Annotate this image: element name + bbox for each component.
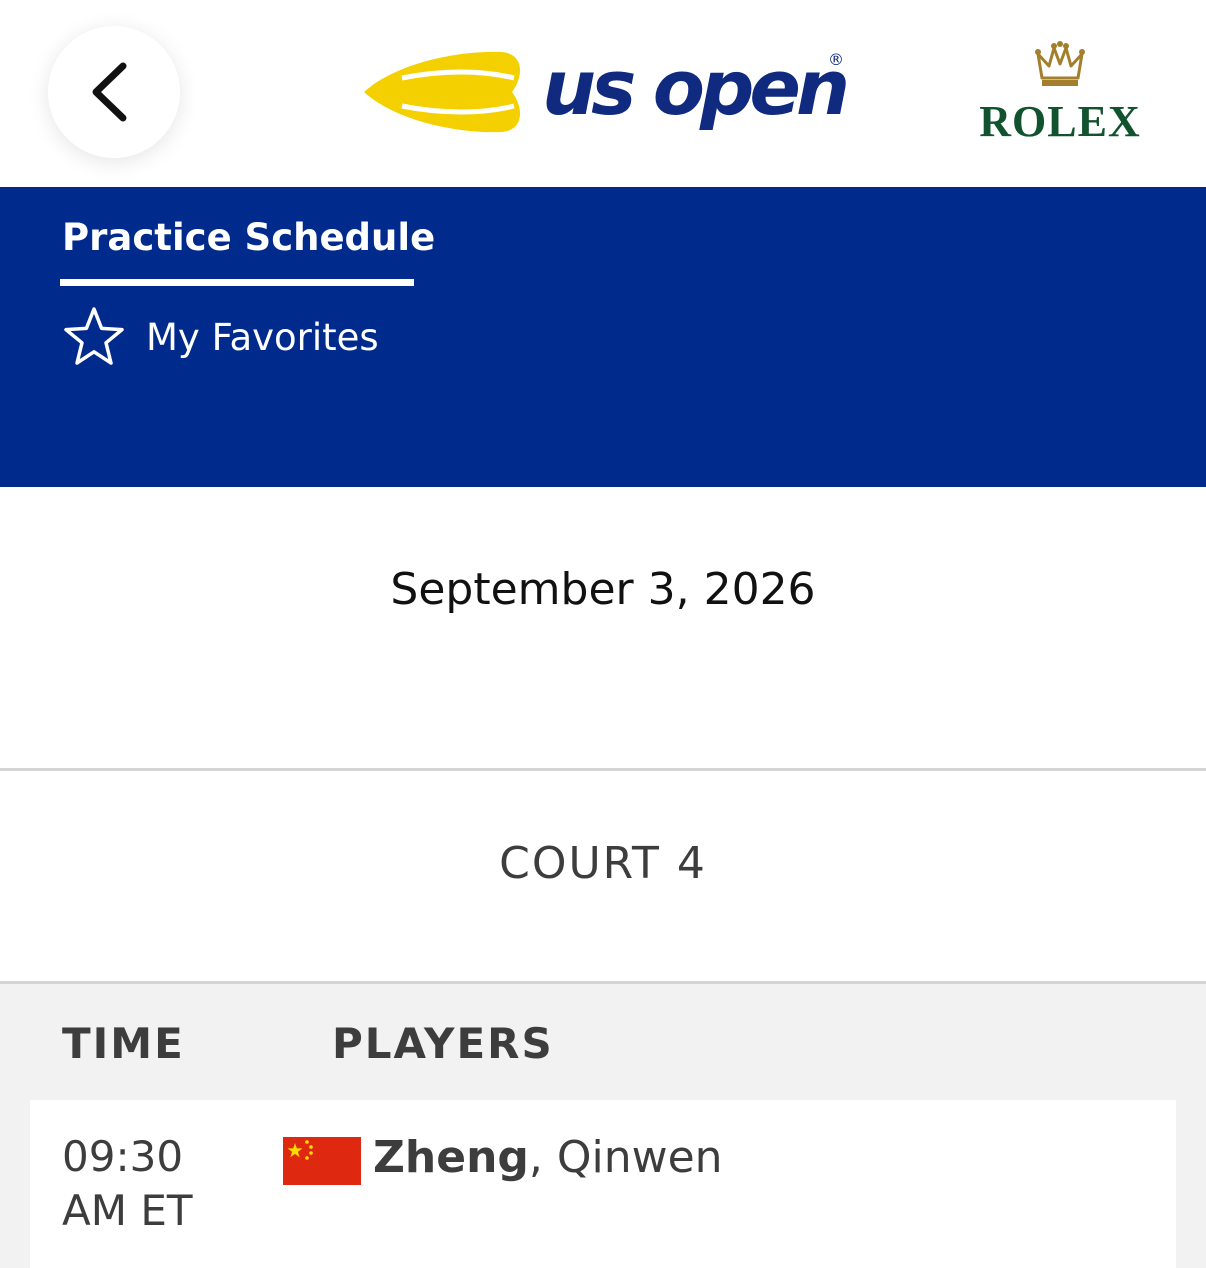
player-first-name: Qinwen <box>556 1132 723 1183</box>
schedule-nav: Practice Schedule My Favorites <box>0 187 1206 487</box>
brand-wordmark: us open <box>542 43 850 132</box>
divider <box>0 768 1206 771</box>
practice-time: 09:30 <box>62 1132 184 1181</box>
favorites-label: My Favorites <box>146 316 379 359</box>
chevron-left-icon <box>92 62 127 122</box>
table-row[interactable]: 09:30 AM ET Zheng, Qinwen <box>30 1100 1176 1268</box>
crown-icon <box>1035 41 1085 86</box>
column-header-players: PLAYERS <box>332 1019 554 1068</box>
star-icon <box>64 307 124 365</box>
name-separator: , <box>528 1132 557 1183</box>
tab-practice-schedule[interactable]: Practice Schedule <box>62 215 435 261</box>
china-flag-icon <box>283 1137 361 1185</box>
registered-mark: ® <box>828 50 844 69</box>
player-name[interactable]: Zheng, Qinwen <box>373 1130 723 1186</box>
tennis-ball-swoosh-icon <box>364 51 521 133</box>
app-header: us open ® ROLEX <box>0 0 1206 187</box>
back-button[interactable] <box>48 26 180 158</box>
rolex-wordmark: ROLEX <box>979 97 1141 146</box>
column-header-time: TIME <box>62 1019 185 1068</box>
active-tab-indicator <box>60 279 414 286</box>
rolex-sponsor-logo: ROLEX <box>970 40 1150 146</box>
court-title: COURT 4 <box>499 838 707 889</box>
us-open-logo: us open ® <box>362 43 852 140</box>
player-last-name: Zheng <box>373 1132 529 1183</box>
schedule-date: September 3, 2026 <box>390 564 816 615</box>
practice-time-zone: AM ET <box>62 1186 193 1235</box>
